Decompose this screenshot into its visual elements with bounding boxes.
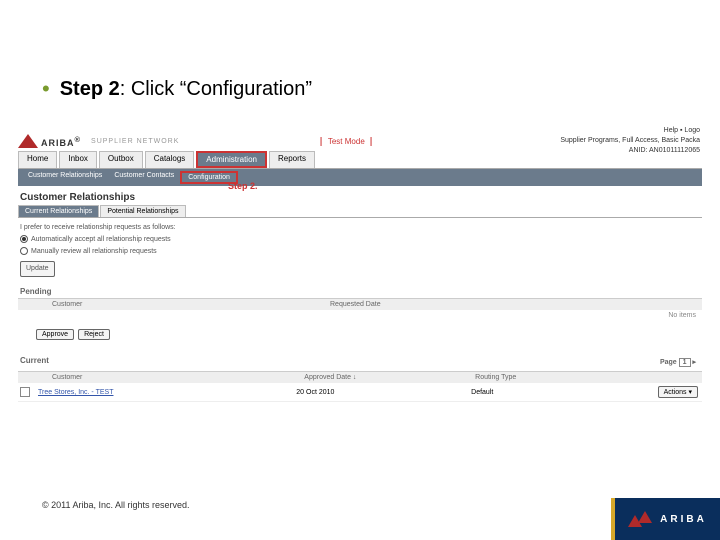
actions-button[interactable]: Actions ▾	[658, 386, 698, 398]
heading-action: Click “Configuration”	[131, 78, 312, 100]
current-title: Current	[20, 356, 49, 369]
pending-title: Pending	[18, 281, 702, 299]
section-title: Customer Relationships	[18, 186, 702, 205]
sub-tabs: Customer Relationships Customer Contacts…	[18, 169, 702, 186]
heading-text: Step 2: Click “Configuration”	[60, 78, 312, 101]
ariba-logo: ARIBA®	[18, 134, 81, 148]
approve-button[interactable]: Approve	[36, 329, 74, 340]
minitab-current[interactable]: Current Relationships	[18, 205, 99, 217]
app-screenshot: ARIBA® SUPPLIER NETWORK Test Mode Help ▪…	[18, 131, 702, 402]
pending-header: Customer Requested Date	[18, 299, 702, 310]
step-label: Step 2	[60, 78, 120, 100]
program-label: Supplier Programs, Full Access, Basic Pa…	[560, 136, 700, 146]
page-select[interactable]: 1	[679, 358, 691, 367]
help-link[interactable]: Help	[664, 127, 678, 134]
footer-logo: ARIBA	[615, 498, 720, 540]
heading-sep: :	[120, 78, 131, 100]
table-row: Tree Stores, Inc. - TEST 20 Oct 2010 Def…	[18, 383, 702, 402]
tab-catalogs[interactable]: Catalogs	[145, 151, 195, 168]
col-approved-date: Approved Date ↓	[300, 374, 471, 381]
step2-callout: Step 2.	[228, 181, 258, 191]
brand-bar: ARIBA® SUPPLIER NETWORK Test Mode Help ▪…	[18, 131, 702, 151]
customer-link[interactable]: Tree Stores, Inc. - TEST	[38, 389, 113, 396]
minitab-potential[interactable]: Potential Relationships	[100, 205, 185, 217]
slide-heading: • Step 2: Click “Configuration”	[0, 0, 720, 101]
network-label: SUPPLIER NETWORK	[91, 138, 179, 145]
prefs-opt2: Manually review all relationship request…	[31, 248, 157, 255]
tab-outbox[interactable]: Outbox	[99, 151, 143, 168]
footer-triangle-icon	[628, 511, 654, 527]
pending-actions: Approve Reject	[18, 325, 702, 344]
radio-auto[interactable]	[20, 235, 28, 243]
row-checkbox[interactable]	[20, 387, 30, 397]
prefs-opt1: Automatically accept all relationship re…	[31, 236, 171, 243]
copyright: © 2011 Ariba, Inc. All rights reserved.	[42, 500, 190, 510]
triangle-icon	[18, 134, 38, 148]
no-items-label: No items	[18, 310, 702, 325]
brand-name: ARIBA®	[41, 135, 81, 148]
prefs-panel: I prefer to receive relationship request…	[18, 218, 702, 281]
current-bar: Current Page 1 ▸	[18, 350, 702, 372]
footer-brand: ARIBA	[660, 514, 707, 525]
test-mode-label: Test Mode	[321, 137, 372, 146]
prefs-intro: I prefer to receive relationship request…	[20, 222, 700, 234]
reject-button[interactable]: Reject	[78, 329, 110, 340]
row-route: Default	[467, 389, 642, 396]
bullet-icon: •	[42, 78, 50, 100]
relationship-tabs: Current Relationships Potential Relation…	[18, 205, 702, 218]
row-date: 20 Oct 2010	[292, 389, 467, 396]
tab-inbox[interactable]: Inbox	[59, 151, 97, 168]
subtab-customer-contacts[interactable]: Customer Contacts	[108, 171, 180, 184]
col-customer2: Customer	[48, 374, 300, 381]
current-header: Customer Approved Date ↓ Routing Type	[18, 372, 702, 383]
main-tabs: Home Inbox Outbox Catalogs Administratio…	[18, 151, 702, 169]
subtab-customer-relationships[interactable]: Customer Relationships	[22, 171, 108, 184]
col-requested-date: Requested Date	[326, 301, 514, 308]
radio-manual[interactable]	[20, 247, 28, 255]
logout-link[interactable]: Logo	[684, 127, 700, 134]
pager: Page 1 ▸	[656, 356, 700, 369]
pager-next-icon[interactable]: ▸	[692, 359, 696, 366]
tab-reports[interactable]: Reports	[269, 151, 315, 168]
tab-administration[interactable]: Administration	[196, 151, 267, 168]
update-button[interactable]: Update	[20, 261, 55, 277]
tab-home[interactable]: Home	[18, 151, 57, 168]
col-routing: Routing Type	[471, 374, 642, 381]
col-customer: Customer	[48, 301, 326, 308]
